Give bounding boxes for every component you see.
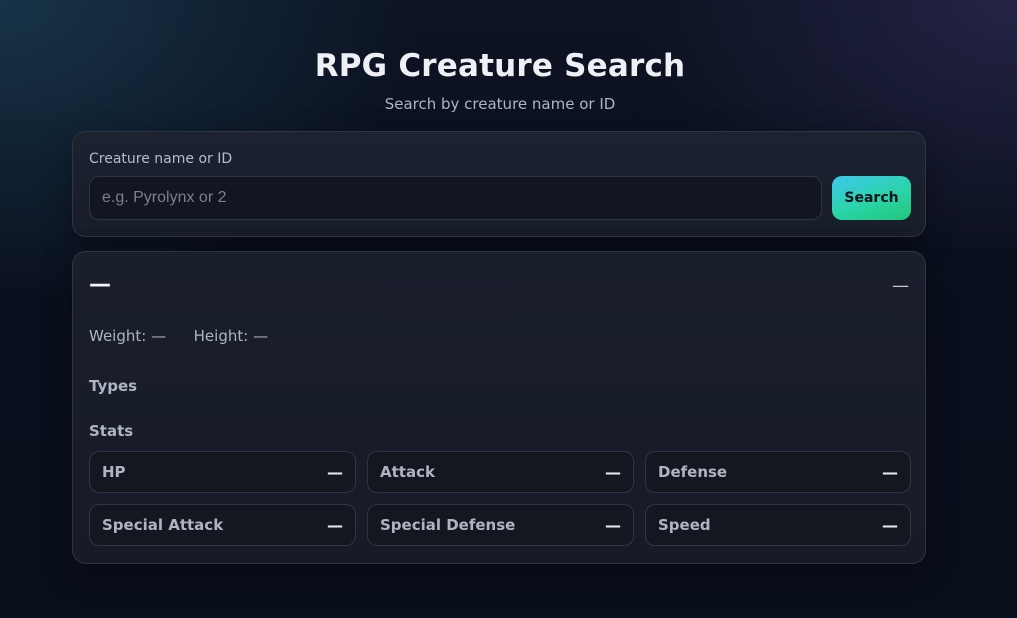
stat-label: HP xyxy=(102,463,126,481)
stat-special-defense: Special Defense — xyxy=(367,504,634,546)
stat-value: — xyxy=(605,462,621,482)
search-input[interactable] xyxy=(89,176,822,220)
stat-speed: Speed — xyxy=(645,504,911,546)
creature-measurements: Weight: — Height: — xyxy=(89,327,268,345)
stats-heading: Stats xyxy=(89,422,134,440)
search-card: Creature name or ID Search xyxy=(72,131,926,237)
types-heading: Types xyxy=(89,377,138,395)
page-subtitle: Search by creature name or ID xyxy=(384,95,616,113)
stat-value: — xyxy=(605,515,621,535)
creature-name: — xyxy=(89,272,111,297)
stat-value: — xyxy=(882,462,898,482)
stat-value: — xyxy=(882,515,898,535)
weight-value: — xyxy=(151,327,167,345)
stat-label: Special Defense xyxy=(380,516,516,534)
weight-label: Weight: xyxy=(89,327,147,345)
stat-label: Attack xyxy=(380,463,435,481)
creature-id: — xyxy=(892,276,909,296)
stat-attack: Attack — xyxy=(367,451,634,493)
creature-card: — — Weight: — Height: — Types Stats HP —… xyxy=(72,251,926,564)
stat-special-attack: Special Attack — xyxy=(89,504,356,546)
stat-label: Speed xyxy=(658,516,711,534)
stat-hp: HP — xyxy=(89,451,356,493)
stat-label: Defense xyxy=(658,463,728,481)
search-button[interactable]: Search xyxy=(832,176,911,220)
search-label: Creature name or ID xyxy=(89,151,233,167)
page-title: RPG Creature Search xyxy=(314,48,686,84)
stat-defense: Defense — xyxy=(645,451,911,493)
stat-value: — xyxy=(327,515,343,535)
height-label: Height: xyxy=(193,327,249,345)
stats-grid: HP — Attack — Defense — Special Attack —… xyxy=(89,451,911,546)
stat-label: Special Attack xyxy=(102,516,224,534)
stat-value: — xyxy=(327,462,343,482)
height-value: — xyxy=(253,327,269,345)
